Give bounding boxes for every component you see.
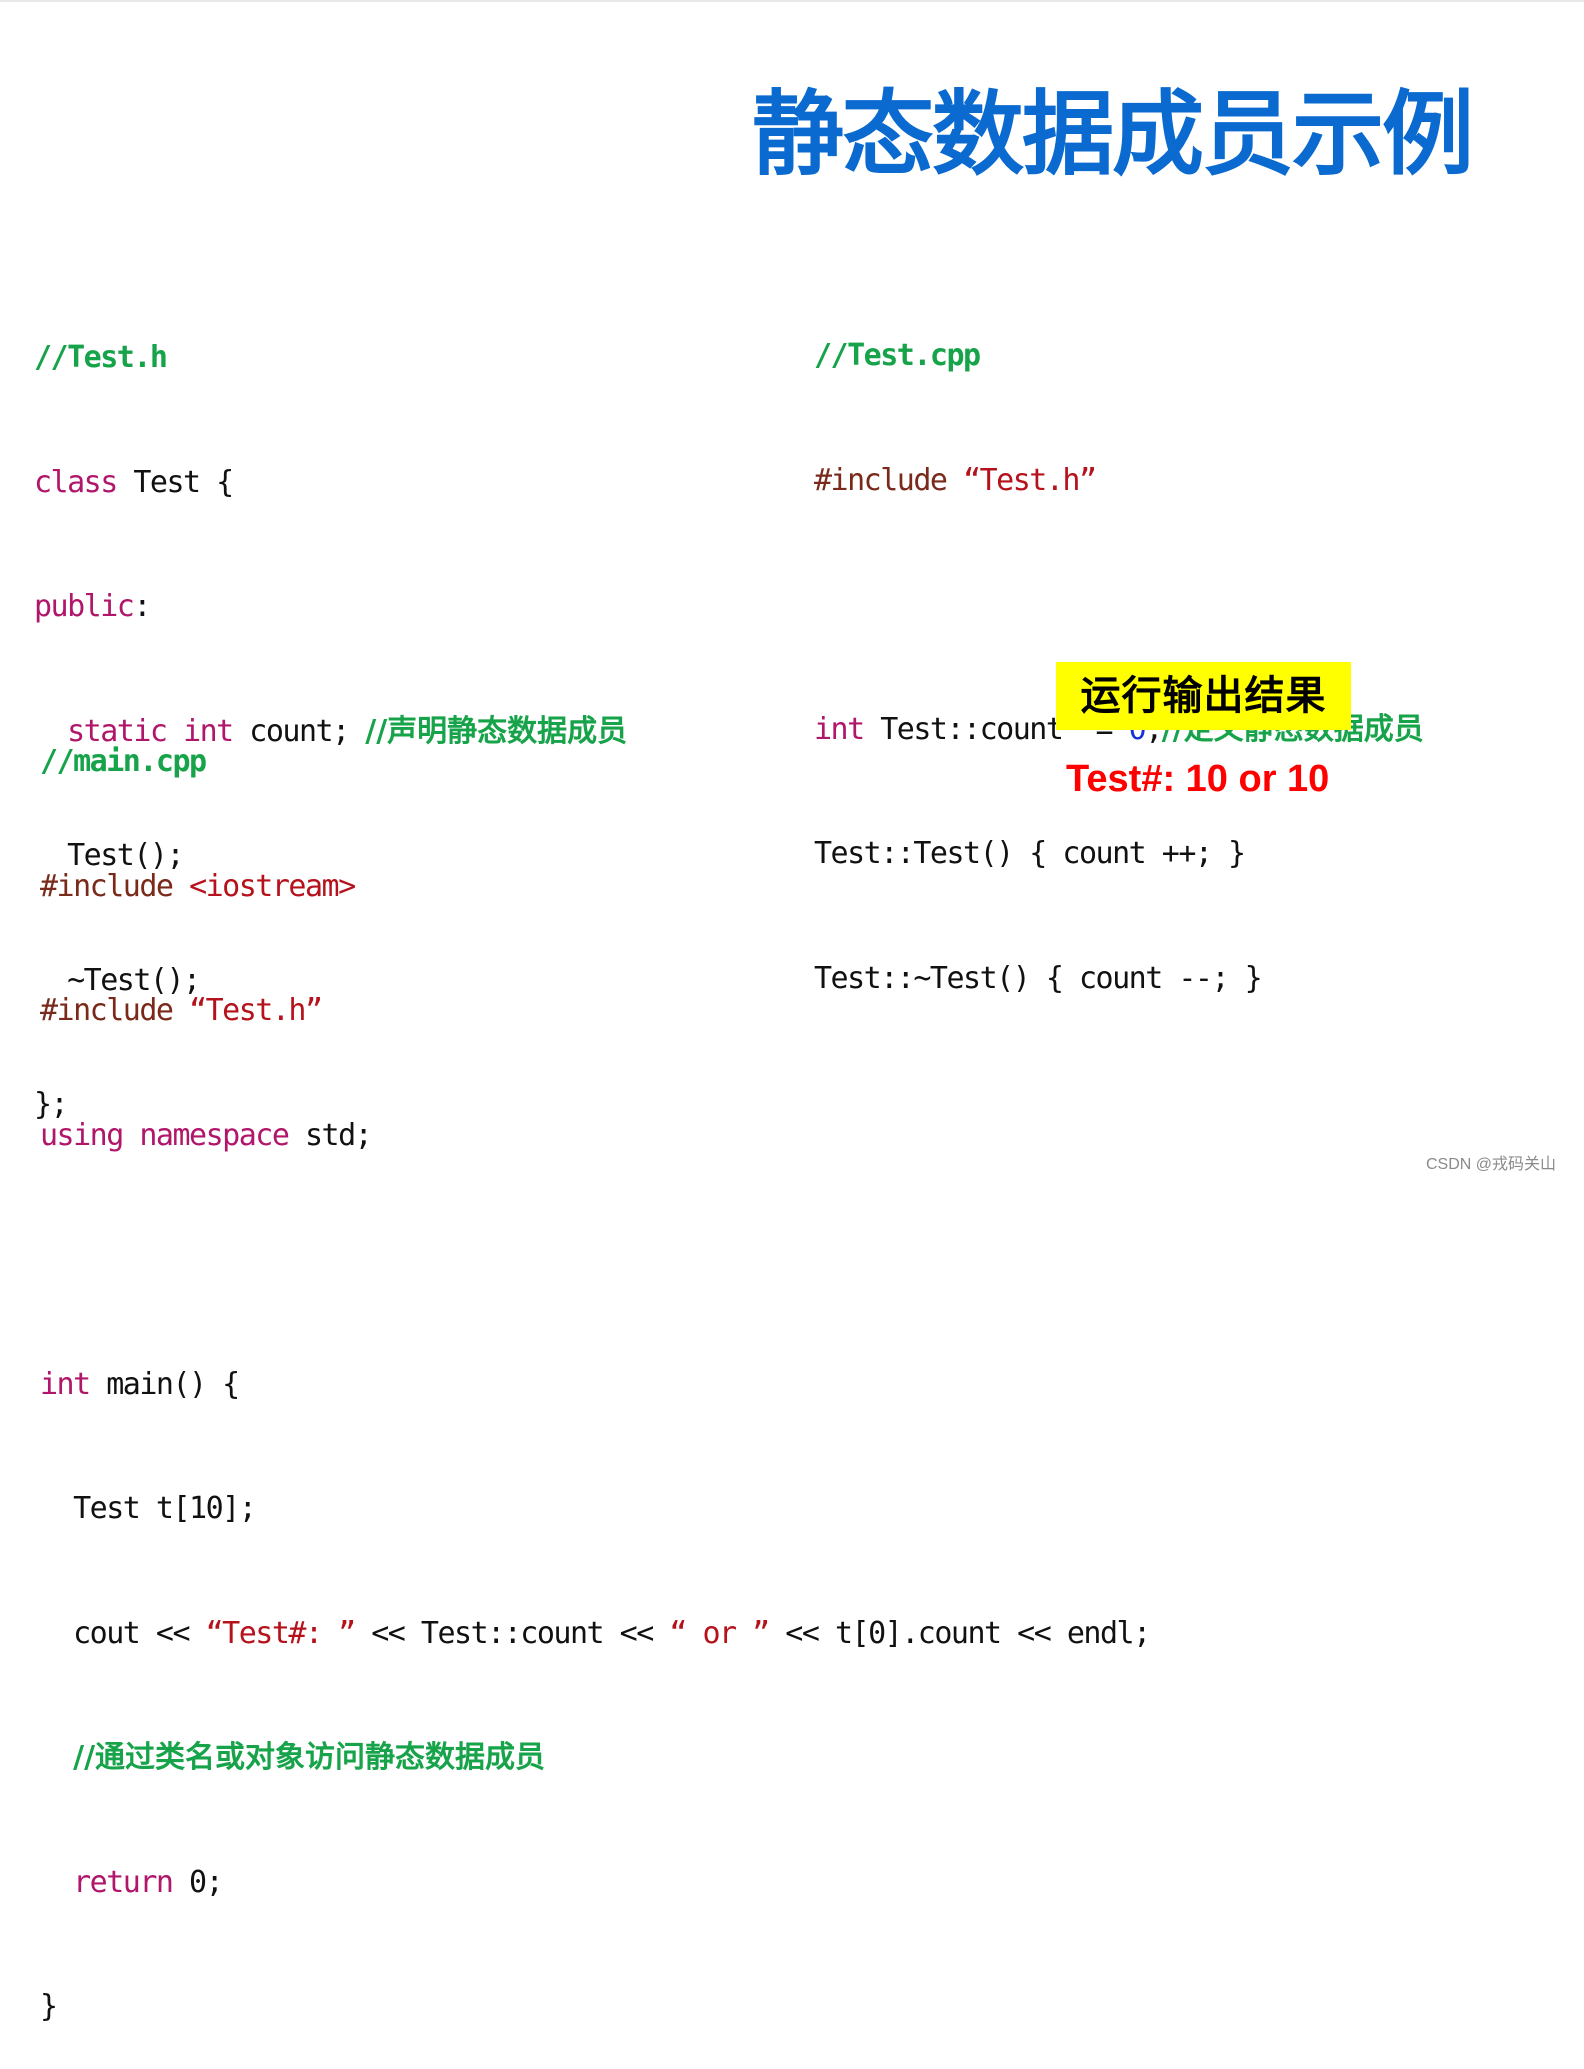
code-line-close: } [40, 1989, 58, 2024]
code-text: main() { [89, 1366, 240, 1402]
watermark: CSDN @戎码关山 [1425, 1156, 1556, 1173]
code-line-class: class Test { [34, 462, 627, 504]
file-comment: //Test.cpp [814, 338, 981, 373]
code-line-main: int main() { [40, 1364, 1150, 1406]
string-literal: <iostream> [189, 868, 356, 904]
preprocessor: #include [40, 868, 190, 904]
keyword: int [40, 1366, 91, 1402]
code-text: Test { [116, 464, 234, 500]
preprocessor: #include [814, 462, 964, 498]
result-output: Test#: 10 or 10 [1066, 758, 1330, 800]
code-line-include-test: #include “Test.h” [40, 990, 1150, 1032]
code-text: : [133, 589, 151, 624]
code-text: 0; [172, 1864, 224, 1900]
code-line-public: public: [34, 586, 627, 628]
keyword: public [34, 589, 135, 624]
inline-comment: //通过类名或对象访问静态数据成员 [73, 1740, 546, 1775]
code-text: std; [288, 1117, 373, 1153]
preprocessor: #include [40, 993, 190, 1028]
code-line-return: return 0; [40, 1862, 1150, 1904]
file-comment: //Test.h [34, 340, 168, 375]
keyword: using namespace [40, 1117, 290, 1153]
string-literal: “Test.h” [189, 993, 323, 1028]
code-text: << Test::count << [354, 1615, 670, 1651]
code-line-include-iostream: #include <iostream> [40, 866, 1150, 908]
string-literal: “ or ” [669, 1615, 770, 1651]
file-comment: //main.cpp [40, 744, 207, 779]
code-line-comment: //通过类名或对象访问静态数据成员 [40, 1737, 1150, 1779]
string-literal: “Test.h” [963, 462, 1097, 498]
keyword: class [34, 464, 118, 500]
code-line-cout: cout << “Test#: ” << Test::count << “ or… [40, 1613, 1151, 1655]
code-text: << t[0].count << endl; [768, 1615, 1151, 1651]
result-label: 运行输出结果 [1056, 662, 1351, 730]
slide-title: 静态数据成员示例 [752, 81, 1474, 188]
code-block-main-cpp: //main.cpp #include <iostream> #include … [40, 658, 1151, 2069]
string-literal: “Test#: ” [205, 1615, 357, 1651]
code-text: cout << [40, 1615, 206, 1651]
code-line-include: #include “Test.h” [814, 460, 1424, 502]
code-line-using: using namespace std; [40, 1115, 1150, 1157]
code-line-array: Test t[10]; [40, 1491, 257, 1526]
keyword: return [73, 1864, 174, 1900]
